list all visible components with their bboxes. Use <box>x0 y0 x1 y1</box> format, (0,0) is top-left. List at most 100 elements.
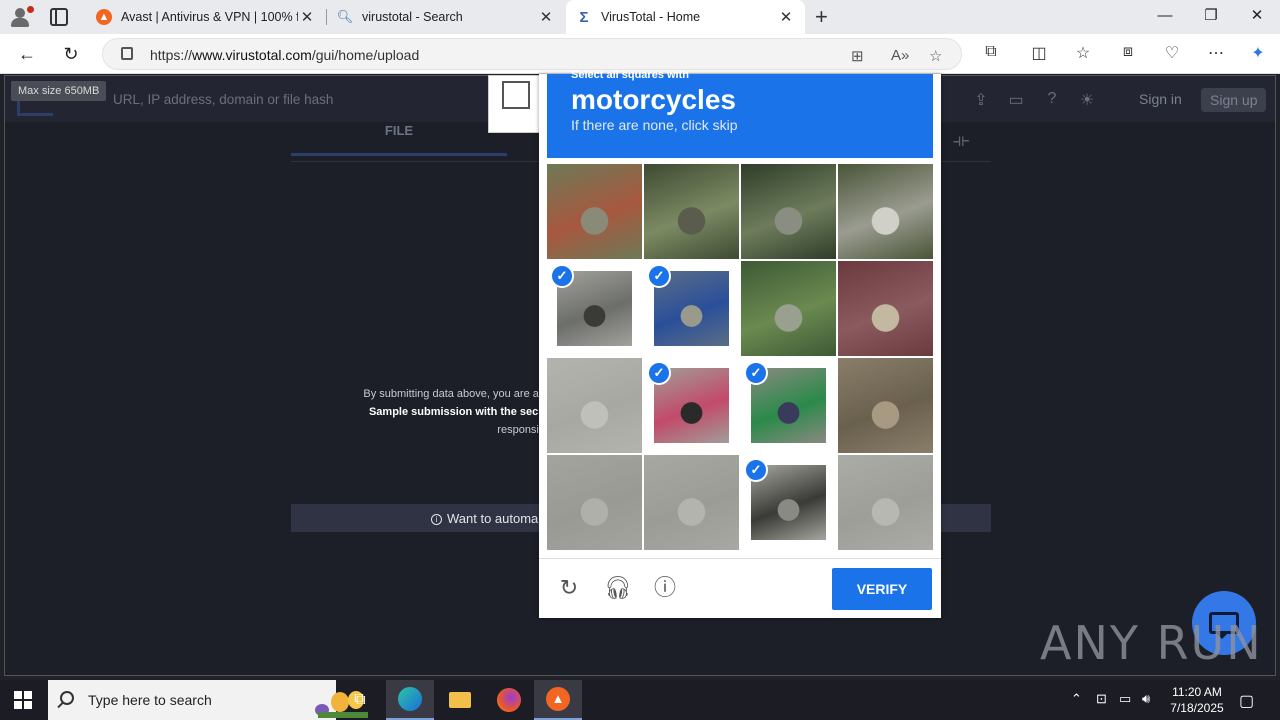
captcha-tile[interactable] <box>838 164 933 259</box>
terms-text: responsib <box>497 424 545 436</box>
task-view-icon[interactable]: ⧉ <box>336 680 384 720</box>
captcha-tile[interactable] <box>547 164 642 259</box>
wifi-icon[interactable]: ▭ <box>1119 691 1131 707</box>
windows-start-icon[interactable] <box>14 691 32 709</box>
firefox-icon[interactable] <box>485 680 533 720</box>
vt-search-input[interactable]: URL, IP address, domain or file hash <box>113 92 333 107</box>
favorite-star-icon[interactable]: ☆ <box>929 47 942 65</box>
taskbar-clock[interactable]: 11:20 AM 7/18/2025 <box>1163 684 1231 716</box>
close-tab-icon[interactable]: ✕ <box>777 8 795 26</box>
captcha-tile[interactable] <box>547 358 642 453</box>
file-explorer-icon[interactable] <box>436 680 484 720</box>
captcha-tile-image <box>741 261 836 356</box>
sign-up-button[interactable]: Sign up <box>1201 88 1267 112</box>
tray-chevron-icon[interactable]: ⌃ <box>1071 691 1082 707</box>
captcha-tile-image <box>547 358 642 453</box>
captcha-checkbox-frame <box>488 75 544 133</box>
selected-check-icon: ✓ <box>647 264 671 288</box>
captcha-tile-image <box>838 358 933 453</box>
copilot-icon[interactable]: ✦ <box>1246 43 1270 63</box>
address-bar[interactable]: https://www.virustotal.com/gui/home/uplo… <box>102 38 962 70</box>
captcha-tile[interactable] <box>644 455 739 550</box>
captcha-target: motorcycles <box>571 84 736 115</box>
notifications-icon[interactable]: ▢ <box>1239 691 1254 711</box>
profile-icon[interactable] <box>8 6 34 28</box>
close-tab-icon[interactable]: ✕ <box>298 8 316 26</box>
search-icon <box>60 691 74 705</box>
edge-taskbar-icon[interactable] <box>386 680 434 720</box>
refresh-challenge-icon[interactable]: ↻ <box>556 575 582 601</box>
captcha-tile[interactable] <box>741 261 836 356</box>
url-text: https://www.virustotal.com/gui/home/uplo… <box>150 47 420 63</box>
selected-check-icon: ✓ <box>744 458 768 482</box>
sign-in-link[interactable]: Sign in <box>1139 91 1182 107</box>
settings-more-icon[interactable]: ⋯ <box>1204 43 1228 63</box>
minimize-button[interactable]: — <box>1150 4 1180 28</box>
captcha-tile-image <box>644 164 739 259</box>
captcha-tile-image <box>741 164 836 259</box>
clock-date: 7/18/2025 <box>1170 701 1224 715</box>
avast-icon: ▲ <box>96 9 112 25</box>
app-available-icon[interactable]: ⊞ <box>851 47 864 65</box>
captcha-hint: If there are none, click skip <box>571 117 738 133</box>
captcha-tile-image <box>838 455 933 550</box>
taskbar-search[interactable]: Type here to search <box>48 680 368 720</box>
captcha-grid: ✓ ✓ ✓ ✓ ✓ <box>547 164 933 550</box>
restore-button[interactable]: ❐ <box>1196 4 1226 28</box>
upload-icon[interactable]: ⇪ <box>971 90 991 109</box>
captcha-tile-image <box>547 164 642 259</box>
tab-title: virustotal - Search <box>362 10 463 24</box>
verify-button[interactable]: VERIFY <box>832 568 932 610</box>
max-size-tooltip: Max size 650MB <box>11 81 107 101</box>
audio-challenge-icon[interactable]: 🎧︎ <box>604 575 632 601</box>
info-icon[interactable]: ⓘ <box>652 575 678 601</box>
browser-essentials-icon[interactable]: ♡ <box>1160 43 1184 63</box>
close-window-button[interactable]: ✕ <box>1242 4 1272 28</box>
tab-avast[interactable]: ▲ Avast | Antivirus & VPN | 100% fre ✕ <box>86 0 326 34</box>
captcha-tile[interactable] <box>741 164 836 259</box>
close-tab-icon[interactable]: ✕ <box>537 8 555 26</box>
captcha-checkbox[interactable] <box>502 81 530 109</box>
network-status-icon[interactable]: ⊡ <box>1096 691 1107 707</box>
theme-icon[interactable]: ☀ <box>1077 90 1097 109</box>
volume-icon[interactable]: 🔊︎ <box>1142 691 1150 707</box>
tab-virustotal-home[interactable]: Σ VirusTotal - Home ✕ <box>566 0 805 34</box>
captcha-tile-image <box>547 455 642 550</box>
captcha-tile-image <box>838 164 933 259</box>
captcha-footer: ↻ 🎧︎ ⓘ VERIFY <box>539 558 941 618</box>
taskbar-search-placeholder: Type here to search <box>88 692 212 708</box>
captcha-tile[interactable] <box>644 164 739 259</box>
hash-search-icon[interactable]: ⟛ <box>953 130 969 151</box>
extensions-icon[interactable]: ⧉ <box>979 43 1003 61</box>
selected-check-icon: ✓ <box>550 264 574 288</box>
chat-icon[interactable]: ▭ <box>1006 90 1026 109</box>
read-aloud-icon[interactable]: A» <box>891 47 909 64</box>
refresh-button[interactable]: ↻ <box>58 42 84 66</box>
collections-icon[interactable]: ⧈ <box>1116 43 1140 61</box>
captcha-tile[interactable] <box>838 358 933 453</box>
new-tab-button[interactable]: + <box>815 6 828 28</box>
tab-actions-icon[interactable] <box>50 8 68 26</box>
automate-text: Want to automa <box>447 511 539 526</box>
help-icon[interactable]: ? <box>1042 90 1062 108</box>
captcha-tile[interactable]: ✓ <box>741 455 836 550</box>
captcha-tile[interactable]: ✓ <box>644 261 739 356</box>
terms-text-bold: Sample submission with the secu <box>368 406 545 418</box>
selected-check-icon: ✓ <box>647 361 671 385</box>
clock-time: 11:20 AM <box>1172 685 1222 699</box>
split-screen-icon[interactable]: ◫ <box>1027 43 1051 63</box>
avast-taskbar-icon[interactable]: ▲ <box>534 680 582 720</box>
tab-title: Avast | Antivirus & VPN | 100% fre <box>121 10 298 24</box>
captcha-tile[interactable] <box>547 455 642 550</box>
captcha-tile[interactable]: ✓ <box>741 358 836 453</box>
tab-virustotal-search[interactable]: 🔍︎ virustotal - Search ✕ <box>327 0 565 34</box>
captcha-tile[interactable] <box>838 261 933 356</box>
captcha-tile[interactable]: ✓ <box>547 261 642 356</box>
captcha-tile[interactable] <box>838 455 933 550</box>
tab-file[interactable]: FILE <box>291 123 507 156</box>
address-row: ← ↻ https://www.virustotal.com/gui/home/… <box>0 34 1280 74</box>
captcha-tile[interactable]: ✓ <box>644 358 739 453</box>
captcha-header: Select all squares with motorcycles If t… <box>547 69 933 158</box>
back-button[interactable]: ← <box>14 42 40 66</box>
favorites-icon[interactable]: ☆ <box>1071 43 1095 63</box>
